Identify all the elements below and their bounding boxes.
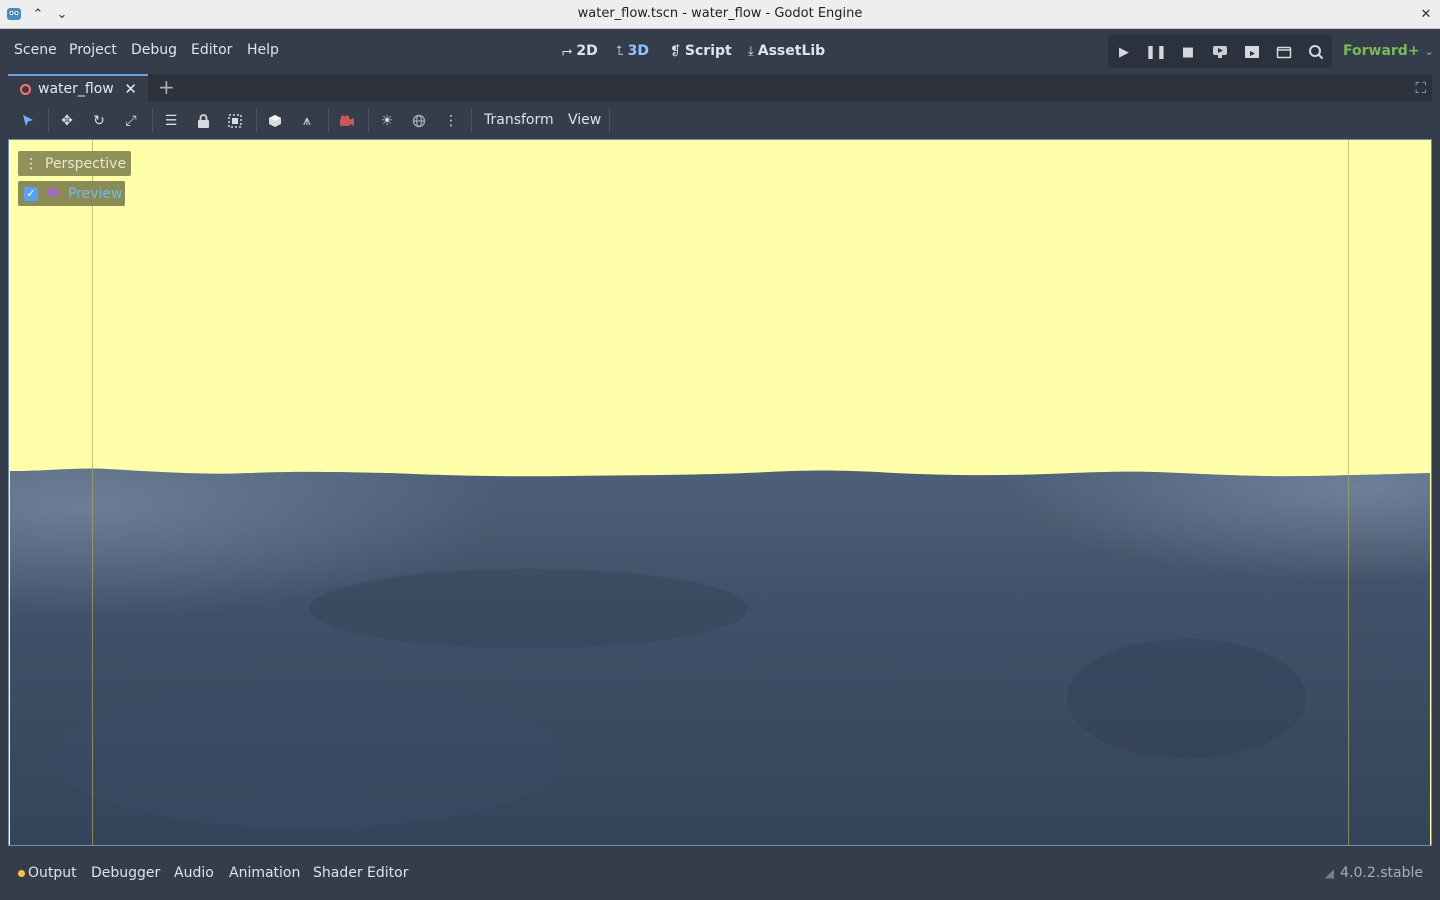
camera-icon (47, 187, 61, 200)
toolbar-separator (256, 108, 257, 133)
toolbar-separator (471, 108, 472, 133)
play-icon[interactable]: ▶ (1115, 43, 1133, 61)
renderer-select[interactable]: Forward+ ⌄ (1343, 43, 1434, 59)
chevron-down-icon: ⌄ (1424, 45, 1434, 58)
environment-preview-icon[interactable] (408, 111, 430, 131)
toolbar-separator (368, 108, 369, 133)
kebab-menu-icon: ⋮ (24, 155, 38, 172)
select-mode-icon[interactable] (17, 111, 39, 131)
workspace-3d-label: 3D (627, 43, 650, 59)
close-window-icon[interactable]: ✕ (1416, 4, 1436, 24)
stop-icon[interactable]: ■ (1179, 43, 1197, 61)
workspace-assetlib-label: AssetLib (757, 43, 826, 59)
viewport-guide-line (1348, 140, 1349, 845)
2d-icon: ⮣ (562, 43, 573, 59)
bottom-tab-animation[interactable]: Animation (229, 865, 300, 881)
viewport-water-surface (10, 468, 1430, 845)
menu-editor[interactable]: Editor (191, 42, 232, 58)
bottom-tab-audio[interactable]: Audio (174, 865, 214, 881)
toolbar-separator (48, 108, 49, 133)
menu-project[interactable]: Project (69, 42, 117, 58)
version-label[interactable]: 4.0.2.stable (1340, 865, 1423, 881)
preview-label: Preview (68, 185, 123, 202)
snap-icon[interactable]: ⩚ (296, 111, 318, 131)
play-scene-icon[interactable] (1243, 43, 1261, 61)
scene-tab-water-flow[interactable]: water_flow ✕ (8, 74, 148, 102)
viewport-guide-line (92, 140, 93, 845)
group-icon[interactable] (224, 111, 246, 131)
3d-icon: ⮤ (616, 43, 624, 59)
workspace-script-button[interactable]: ❡ Script (670, 43, 732, 59)
workspace-2d-label: 2D (576, 43, 598, 59)
list-select-icon[interactable]: ☰ (160, 111, 182, 131)
distraction-free-icon[interactable]: ⛶ (1415, 79, 1426, 97)
window-titlebar: ⌃ ⌄ water_flow.tscn - water_flow - Godot… (0, 0, 1440, 29)
rotate-mode-icon[interactable]: ↻ (88, 111, 110, 131)
main-menubar: Scene Project Debug Editor Help ⮣ 2D ⮤ 3D … (0, 29, 1440, 74)
scene-root-icon (20, 83, 31, 95)
pause-icon[interactable]: ❚❚ (1145, 43, 1167, 61)
renderer-label: Forward+ (1343, 43, 1420, 59)
local-space-icon[interactable] (264, 111, 286, 131)
menu-help[interactable]: Help (247, 42, 279, 58)
window-title: water_flow.tscn - water_flow - Godot Eng… (577, 6, 863, 21)
bottom-tab-output-label: Output (28, 865, 77, 881)
bottom-tab-shader-editor[interactable]: Shader Editor (313, 865, 408, 881)
perspective-label: Perspective (45, 155, 127, 172)
transform-menu[interactable]: Transform (484, 112, 554, 128)
bottom-tab-debugger[interactable]: Debugger (91, 865, 160, 881)
preview-checkbox[interactable]: ✓ (24, 186, 38, 201)
play-custom-scene-icon[interactable] (1275, 43, 1293, 61)
move-mode-icon[interactable]: ✥ (56, 111, 78, 131)
toolbar-separator (609, 108, 610, 133)
workspace-assetlib-button[interactable]: ⤓ AssetLib (748, 43, 825, 59)
add-scene-tab-icon[interactable]: + (158, 77, 175, 97)
toolbar-separator (328, 108, 329, 133)
scale-mode-icon[interactable]: ⤢ (120, 111, 142, 131)
script-icon: ❡ (670, 43, 681, 59)
viewport-toolbar: ✥ ↻ ⤢ ☰ ⩚ ☀ ⋮ Transform View (8, 102, 1432, 139)
menu-scene[interactable]: Scene (14, 42, 57, 58)
lock-icon[interactable] (192, 111, 214, 131)
perspective-menu-button[interactable]: ⋮ Perspective (18, 151, 132, 176)
bottom-panel-bar: Output Debugger Audio Animation Shader E… (8, 855, 1432, 892)
scene-tab-label: water_flow (38, 81, 114, 97)
sun-preview-icon[interactable]: ☀ (376, 111, 398, 131)
more-options-icon[interactable]: ⋮ (440, 111, 462, 131)
bottom-tab-output[interactable]: Output (18, 865, 77, 881)
remote-debug-icon[interactable] (1211, 43, 1229, 61)
close-icon[interactable]: ✕ (124, 80, 137, 98)
workspace-2d-button[interactable]: ⮣ 2D (562, 43, 598, 59)
view-menu[interactable]: View (568, 112, 601, 128)
workspace-script-label: Script (684, 43, 732, 59)
scene-tabbar: water_flow ✕ + ⛶ (8, 74, 1432, 102)
download-icon: ⤓ (748, 43, 754, 59)
movie-maker-icon[interactable] (1307, 43, 1325, 61)
output-indicator-icon (18, 869, 25, 877)
menu-debug[interactable]: Debug (131, 42, 177, 58)
camera-override-icon[interactable] (336, 111, 358, 131)
run-toolbar: ▶ ❚❚ ■ (1108, 35, 1332, 68)
camera-preview-toggle[interactable]: ✓ Preview (18, 181, 125, 206)
workspace-3d-button[interactable]: ⮤ 3D (616, 43, 649, 59)
update-spinner-icon[interactable]: ◢ (1325, 866, 1334, 880)
3d-viewport[interactable]: ⋮ Perspective ✓ Preview (8, 139, 1432, 846)
toolbar-separator (152, 108, 153, 133)
